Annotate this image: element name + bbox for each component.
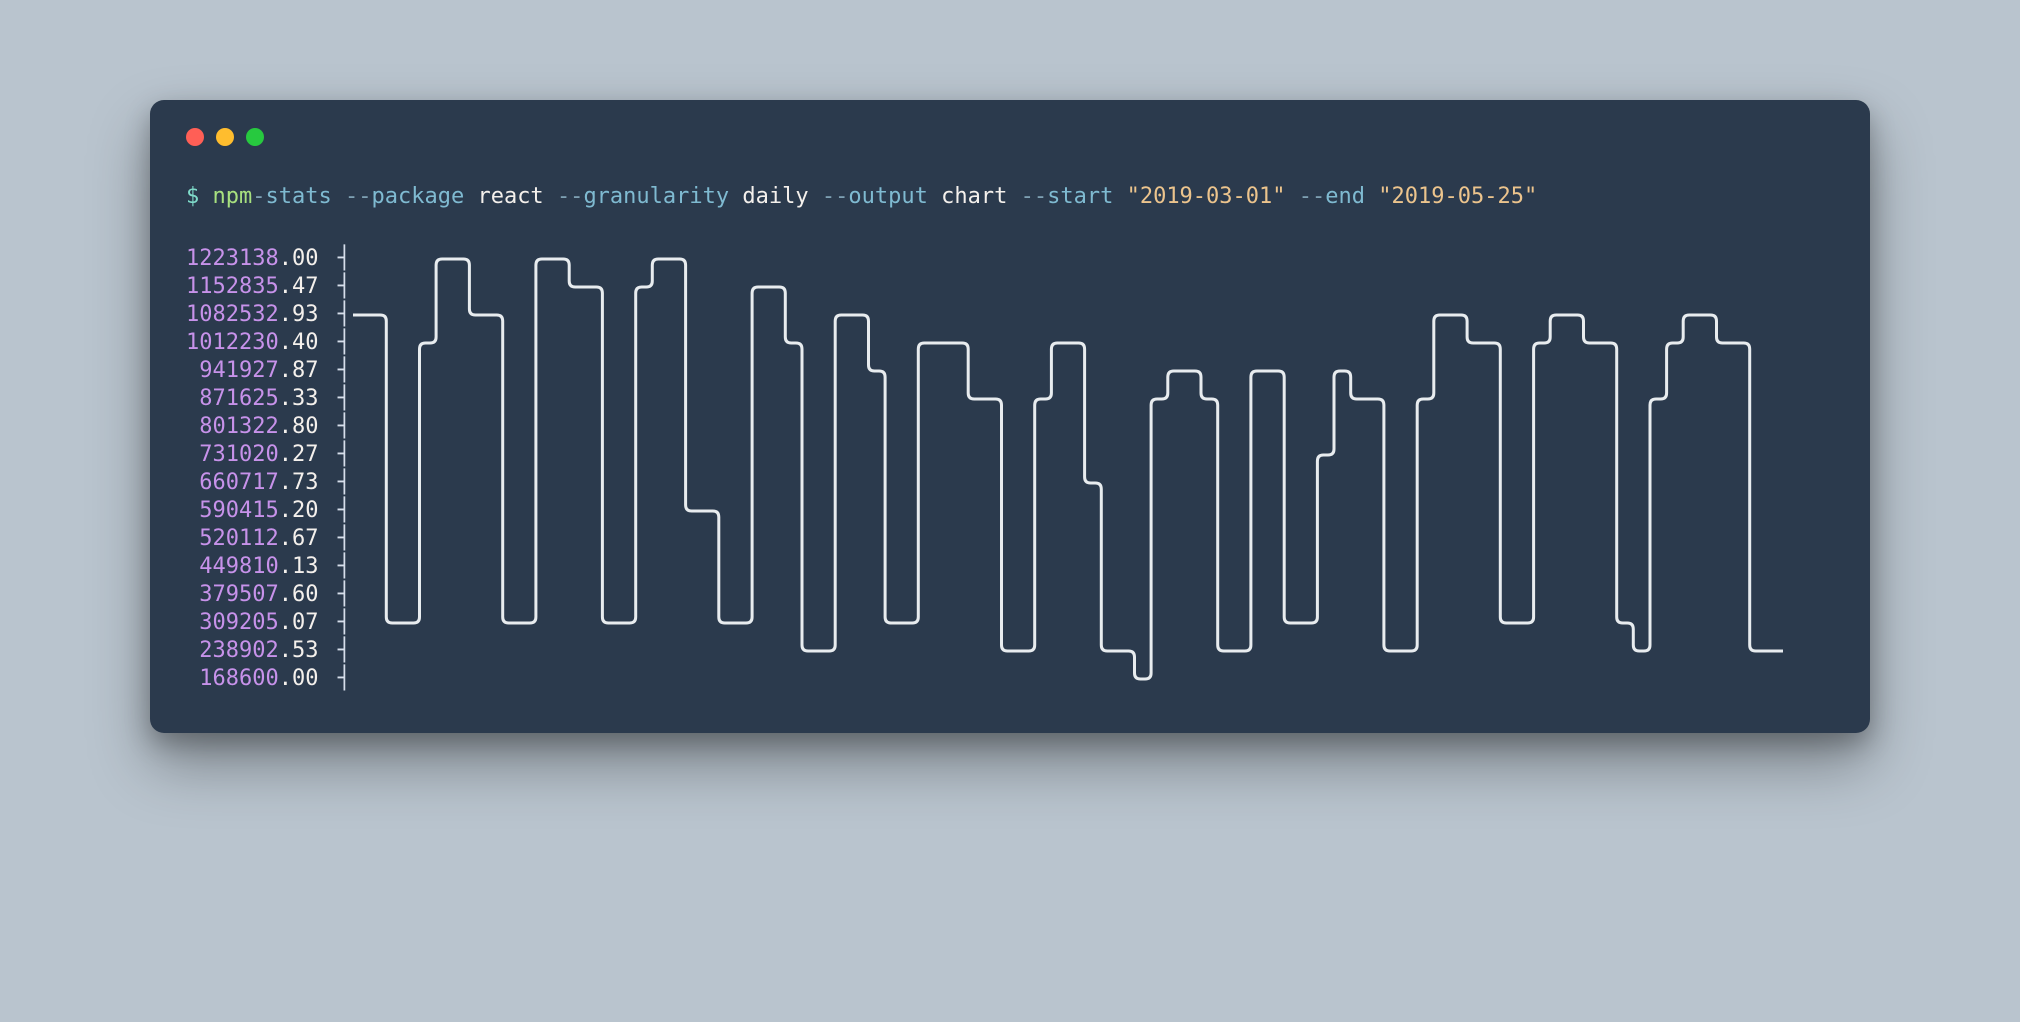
y-tick-frac: .00 [279, 245, 319, 273]
y-tick-frac: .07 [279, 609, 319, 637]
prompt: $ [186, 184, 213, 209]
y-tick-int: 590415 [186, 497, 279, 525]
y-tick-int: 1152835 [186, 273, 279, 301]
y-axis-tick: 379507.60 ┤ [186, 581, 351, 609]
y-axis-tick: 731020.27 ┤ [186, 441, 351, 469]
y-tick-int: 1082532 [186, 301, 279, 329]
y-tick-mark: ┤ [324, 609, 351, 637]
command-line: $ npm-stats --package react --granularit… [186, 182, 1834, 213]
y-tick-int: 168600 [186, 665, 279, 693]
y-tick-frac: .20 [279, 497, 319, 525]
y-tick-mark: ┤ [324, 245, 351, 273]
window-titlebar [186, 128, 1834, 146]
y-tick-frac: .40 [279, 329, 319, 357]
y-tick-mark: ┤ [324, 301, 351, 329]
y-axis-tick: 871625.33 ┤ [186, 385, 351, 413]
y-tick-int: 238902 [186, 637, 279, 665]
y-tick-frac: .60 [279, 581, 319, 609]
y-axis-tick: 1082532.93 ┤ [186, 301, 351, 329]
y-tick-mark: ┤ [324, 497, 351, 525]
plot-container [351, 241, 1834, 693]
flag: output [848, 184, 927, 209]
y-tick-int: 309205 [186, 609, 279, 637]
y-axis-tick: 660717.73 ┤ [186, 469, 351, 497]
flag-value: chart [941, 184, 1007, 209]
y-tick-int: 520112 [186, 525, 279, 553]
y-tick-mark: ┤ [324, 637, 351, 665]
y-tick-frac: .93 [279, 301, 319, 329]
y-tick-mark: ┤ [324, 441, 351, 469]
minimize-icon[interactable] [216, 128, 234, 146]
y-tick-int: 379507 [186, 581, 279, 609]
chart-area: 1223138.00 ┤1152835.47 ┤1082532.93 ┤1012… [186, 241, 1834, 693]
y-axis-tick: 309205.07 ┤ [186, 609, 351, 637]
y-tick-mark: ┤ [324, 357, 351, 385]
y-axis: 1223138.00 ┤1152835.47 ┤1082532.93 ┤1012… [186, 241, 351, 693]
y-tick-int: 1223138 [186, 245, 279, 273]
y-tick-int: 941927 [186, 357, 279, 385]
y-axis-tick: 590415.20 ┤ [186, 497, 351, 525]
y-axis-tick: 1152835.47 ┤ [186, 273, 351, 301]
y-tick-mark: ┤ [324, 413, 351, 441]
chart-line [353, 259, 1783, 679]
y-axis-tick: 449810.13 ┤ [186, 553, 351, 581]
y-tick-mark: ┤ [324, 273, 351, 301]
y-tick-frac: .87 [279, 357, 319, 385]
y-tick-int: 660717 [186, 469, 279, 497]
y-axis-tick: 238902.53 ┤ [186, 637, 351, 665]
y-tick-frac: .27 [279, 441, 319, 469]
terminal-window: $ npm-stats --package react --granularit… [150, 100, 1870, 733]
flag: granularity [583, 184, 729, 209]
y-axis-tick: 941927.87 ┤ [186, 357, 351, 385]
y-tick-frac: .00 [279, 665, 319, 693]
y-axis-tick: 168600.00 ┤ [186, 665, 351, 693]
close-icon[interactable] [186, 128, 204, 146]
y-tick-int: 731020 [186, 441, 279, 469]
y-tick-frac: .33 [279, 385, 319, 413]
y-axis-tick: 520112.67 ┤ [186, 525, 351, 553]
y-tick-frac: .80 [279, 413, 319, 441]
flag-value: daily [742, 184, 808, 209]
y-axis-tick: 801322.80 ┤ [186, 413, 351, 441]
y-tick-int: 1012230 [186, 329, 279, 357]
y-tick-mark: ┤ [324, 525, 351, 553]
y-tick-mark: ┤ [324, 665, 351, 693]
flag-value: react [477, 184, 543, 209]
y-tick-frac: .73 [279, 469, 319, 497]
y-tick-frac: .67 [279, 525, 319, 553]
y-tick-frac: .13 [279, 553, 319, 581]
flag: start [1047, 184, 1113, 209]
y-tick-mark: ┤ [324, 469, 351, 497]
y-tick-int: 801322 [186, 413, 279, 441]
y-axis-tick: 1223138.00 ┤ [186, 245, 351, 273]
y-tick-mark: ┤ [324, 581, 351, 609]
y-tick-mark: ┤ [324, 553, 351, 581]
maximize-icon[interactable] [246, 128, 264, 146]
y-tick-frac: .47 [279, 273, 319, 301]
flag: package [371, 184, 464, 209]
y-tick-int: 871625 [186, 385, 279, 413]
flag-value: "2019-05-25" [1378, 184, 1537, 209]
y-tick-frac: .53 [279, 637, 319, 665]
flag-value: "2019-03-01" [1127, 184, 1286, 209]
y-tick-mark: ┤ [324, 385, 351, 413]
command-name: npm [213, 184, 253, 209]
y-tick-int: 449810 [186, 553, 279, 581]
flag: end [1325, 184, 1365, 209]
y-tick-mark: ┤ [324, 329, 351, 357]
y-axis-tick: 1012230.40 ┤ [186, 329, 351, 357]
step-chart [353, 245, 1783, 693]
